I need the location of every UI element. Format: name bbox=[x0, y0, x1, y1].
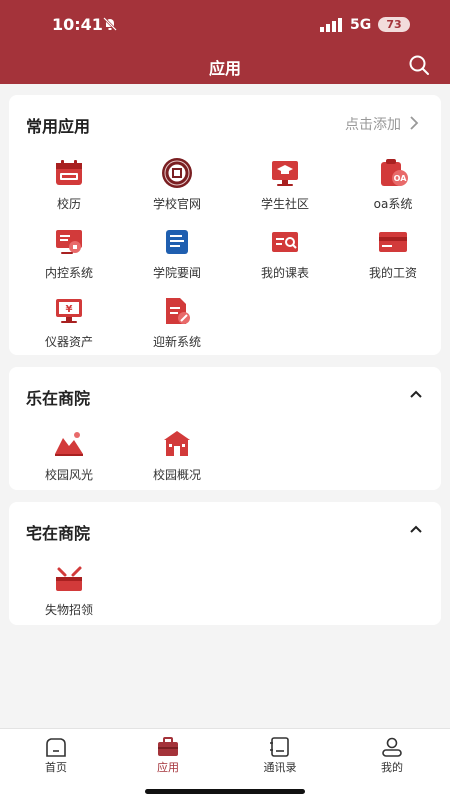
profile-icon bbox=[382, 737, 402, 757]
app-item-label: oa系统 bbox=[373, 197, 413, 211]
home-indicator bbox=[145, 789, 305, 794]
app-item-label: 学院要闻 bbox=[152, 266, 201, 280]
search-icon[interactable] bbox=[408, 54, 430, 76]
app-item-oa-system[interactable]: OA oa系统 bbox=[339, 157, 447, 219]
app-item-student-community[interactable]: 学生社区 bbox=[231, 157, 339, 219]
app-item-college-news[interactable]: 学院要闻 bbox=[123, 226, 231, 288]
signal-icon bbox=[320, 18, 342, 32]
app-item-school-website[interactable]: 学校官网 bbox=[123, 157, 231, 219]
app-item-label: 仪器资产 bbox=[44, 335, 93, 349]
graduation-monitor-icon bbox=[272, 161, 298, 186]
app-item-campus-scenery[interactable]: 校园风光 bbox=[15, 428, 123, 490]
app-item-label: 内控系统 bbox=[44, 266, 93, 280]
salary-card-icon bbox=[379, 232, 407, 252]
app-header: 10:41 5G 73 应用 bbox=[0, 0, 450, 84]
svg-text:¥: ¥ bbox=[66, 304, 73, 315]
battery-indicator: 73 bbox=[378, 17, 410, 32]
tab-label: 我的 bbox=[381, 761, 403, 774]
app-item-my-schedule[interactable]: 我的课表 bbox=[231, 226, 339, 288]
app-item-internal-control[interactable]: 内控系统 bbox=[15, 226, 123, 288]
add-app-link[interactable]: 点击添加 bbox=[345, 114, 401, 134]
instrument-monitor-icon: ¥ bbox=[56, 299, 82, 323]
chevron-right-icon[interactable] bbox=[407, 115, 421, 131]
home-campus-card: 宅在商院 失物招领 bbox=[9, 502, 441, 625]
section-title: 宅在商院 bbox=[26, 524, 91, 543]
bell-muted-icon bbox=[103, 17, 117, 31]
app-item-lost-and-found[interactable]: 失物招领 bbox=[15, 563, 123, 625]
tab-label: 通讯录 bbox=[263, 761, 297, 774]
app-item-welcome-system[interactable]: 迎新系统 bbox=[123, 295, 231, 357]
app-item-calendar[interactable]: 校历 bbox=[15, 157, 123, 219]
app-item-label: 迎新系统 bbox=[152, 335, 201, 349]
lost-found-box-icon bbox=[56, 566, 82, 591]
calendar-icon bbox=[56, 160, 82, 185]
news-doc-icon bbox=[166, 230, 188, 254]
section-title: 常用应用 bbox=[26, 117, 91, 136]
app-item-label: 校园概况 bbox=[152, 468, 201, 482]
page-title: 应用 bbox=[208, 59, 241, 78]
app-item-label: 学生社区 bbox=[260, 197, 309, 211]
app-item-label: 校历 bbox=[56, 197, 81, 211]
app-item-my-salary[interactable]: 我的工资 bbox=[339, 226, 447, 288]
briefcase-icon bbox=[158, 737, 178, 756]
frequent-apps-card: 常用应用 点击添加 校历 学校官网 学生社区 OA oa系统 内控系统 学院要闻… bbox=[9, 95, 441, 355]
tab-label: 应用 bbox=[157, 761, 179, 774]
network-type: 5G bbox=[350, 17, 372, 33]
status-bar: 10:41 5G 73 bbox=[0, 0, 450, 48]
app-item-label: 校园风光 bbox=[44, 468, 93, 482]
campus-life-card: 乐在商院 校园风光 校园概况 bbox=[9, 367, 441, 490]
landscape-icon bbox=[55, 432, 83, 456]
building-icon bbox=[164, 431, 190, 456]
app-item-instrument-assets[interactable]: ¥ 仪器资产 bbox=[15, 295, 123, 357]
contacts-icon bbox=[270, 737, 289, 757]
section-title: 乐在商院 bbox=[26, 389, 91, 408]
schedule-card-icon bbox=[272, 232, 298, 252]
app-item-label: 失物招领 bbox=[44, 603, 93, 617]
chevron-up-icon[interactable] bbox=[408, 387, 424, 403]
home-icon bbox=[46, 738, 66, 757]
app-item-label: 学校官网 bbox=[152, 197, 201, 211]
app-item-campus-overview[interactable]: 校园概况 bbox=[123, 428, 231, 490]
tab-home[interactable]: 首页 bbox=[0, 729, 112, 785]
app-item-label: 我的工资 bbox=[368, 266, 417, 280]
status-time: 10:41 bbox=[52, 15, 103, 34]
oa-clipboard-icon: OA bbox=[381, 159, 408, 186]
welcome-doc-icon bbox=[166, 298, 190, 324]
tab-apps[interactable]: 应用 bbox=[112, 729, 224, 785]
control-monitor-icon bbox=[56, 230, 82, 254]
chevron-up-icon[interactable] bbox=[408, 522, 424, 538]
school-emblem-icon bbox=[162, 158, 192, 188]
tab-contacts[interactable]: 通讯录 bbox=[224, 729, 336, 785]
tab-profile[interactable]: 我的 bbox=[336, 729, 448, 785]
svg-text:OA: OA bbox=[394, 174, 408, 183]
app-item-label: 我的课表 bbox=[260, 266, 309, 280]
tab-label: 首页 bbox=[45, 761, 67, 774]
